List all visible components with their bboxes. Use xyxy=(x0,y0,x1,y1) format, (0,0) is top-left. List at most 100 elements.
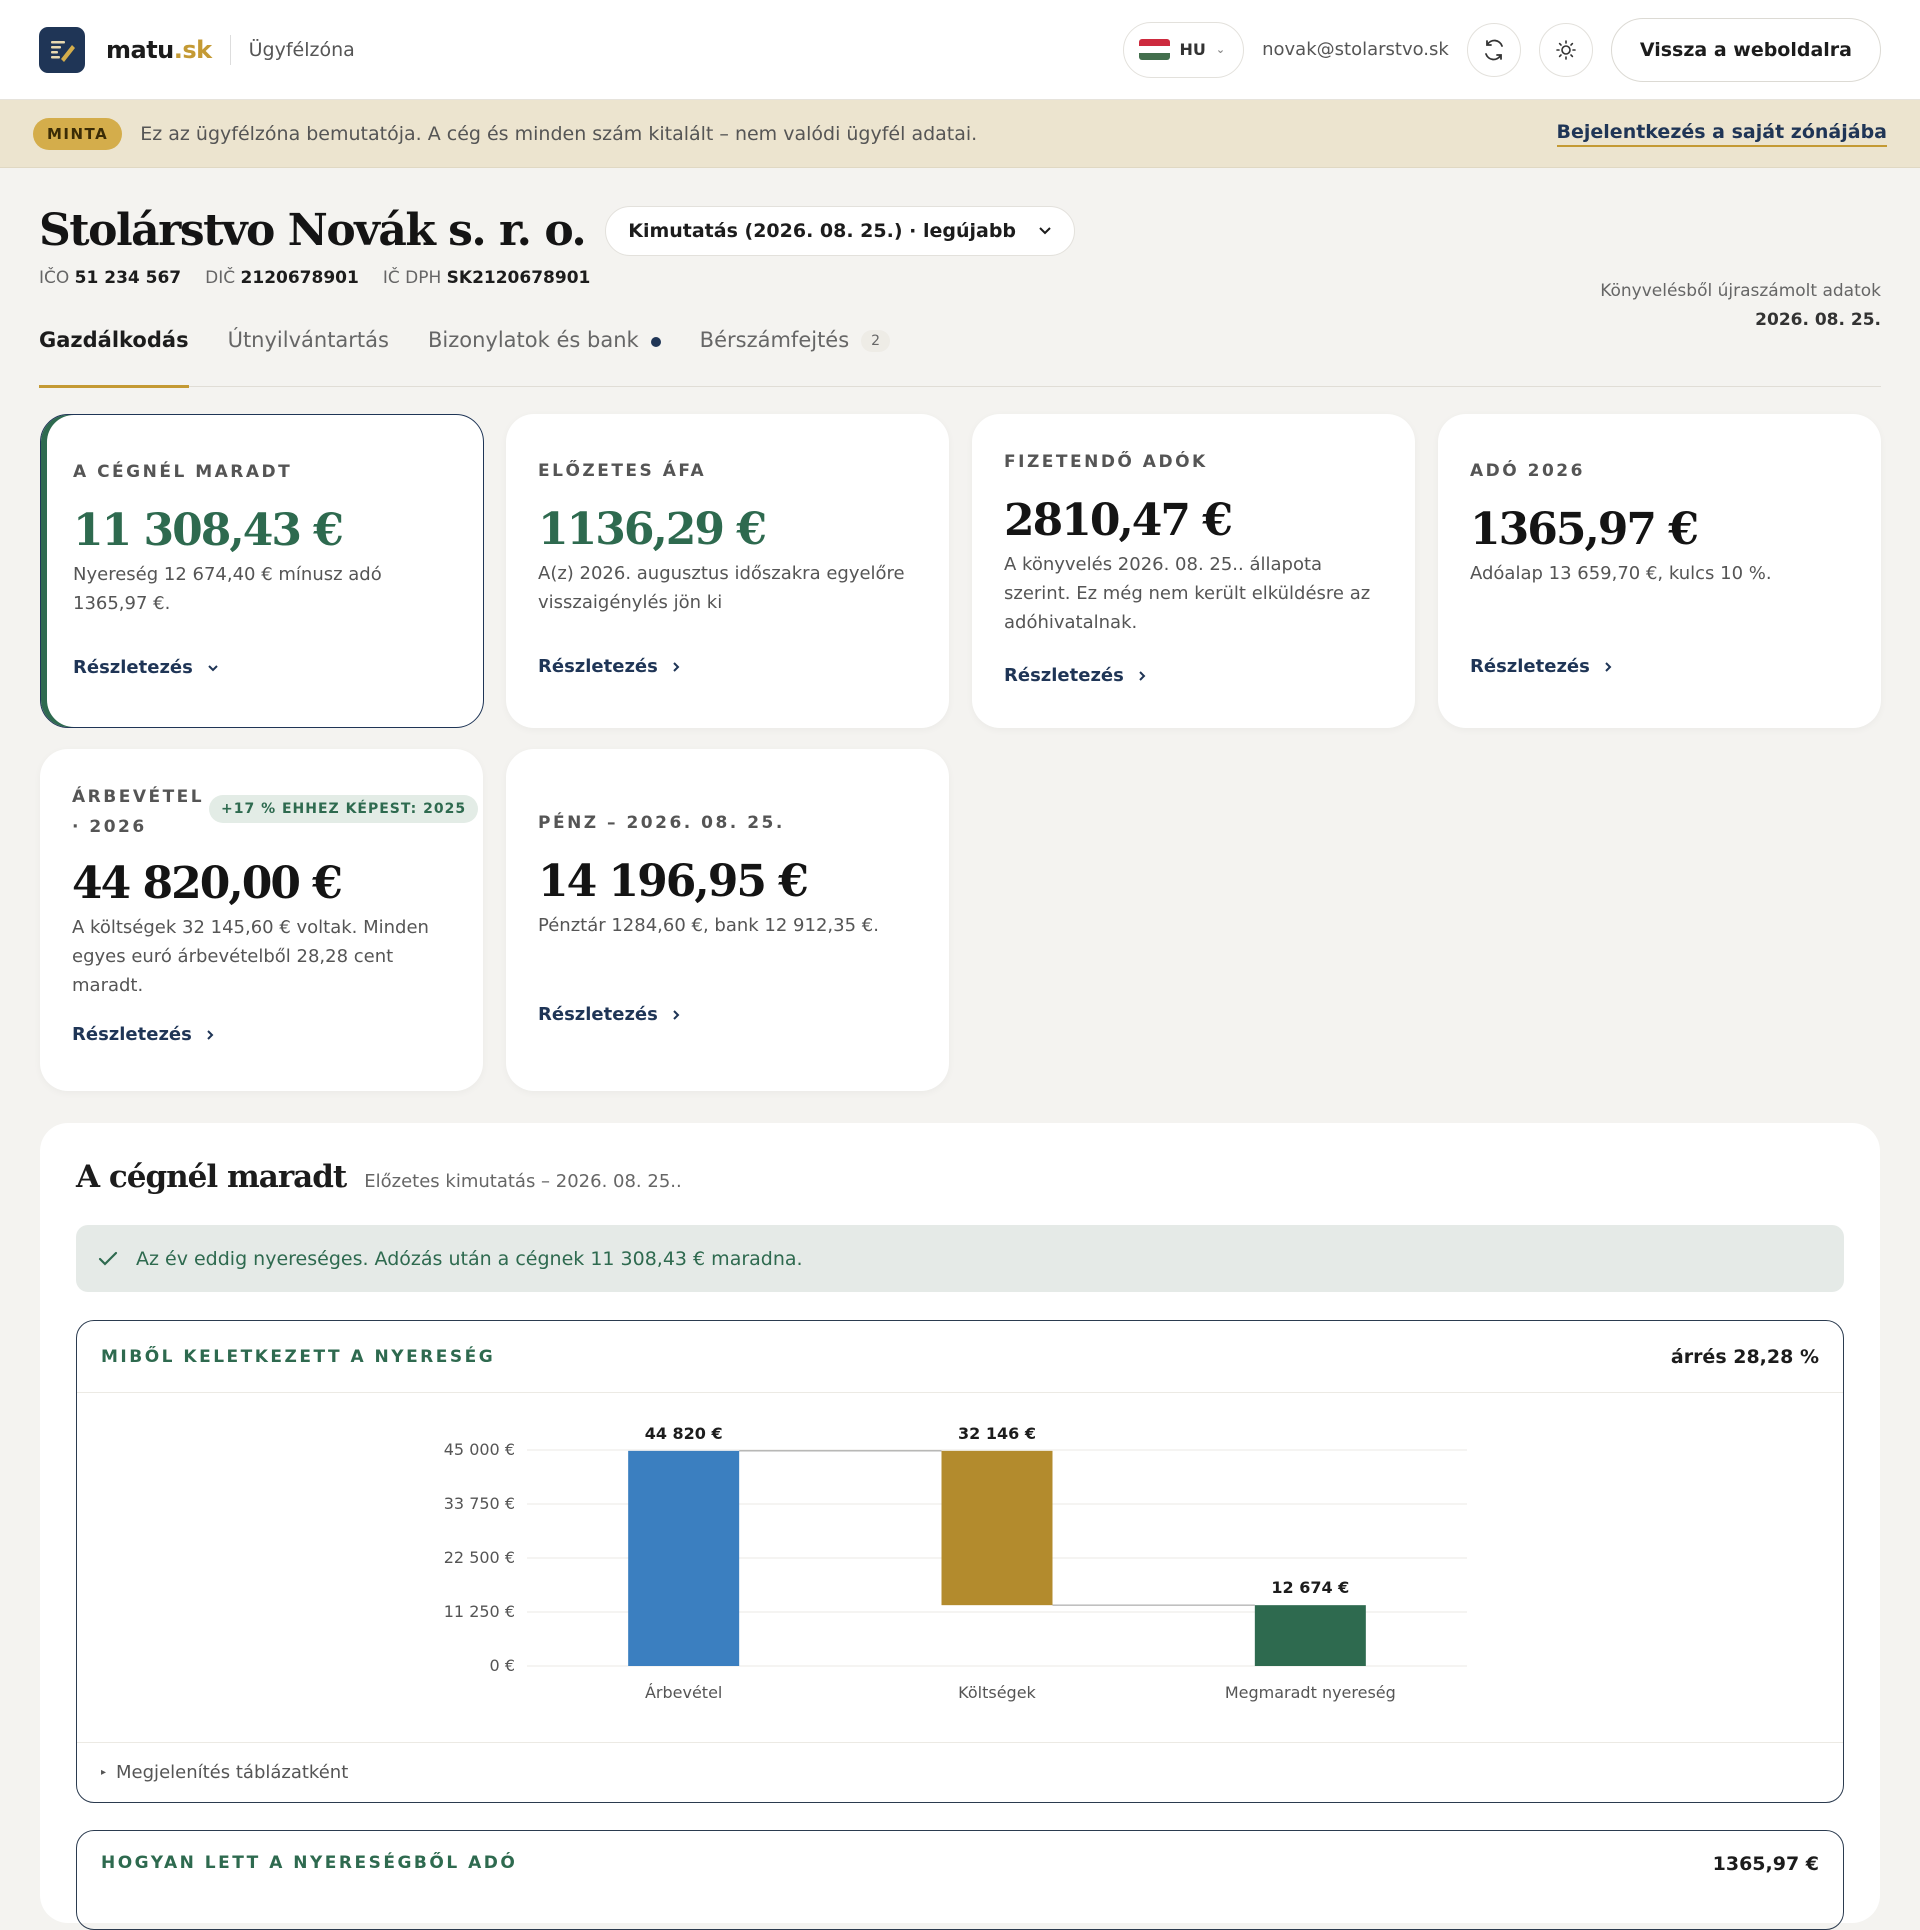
table-view-label: Megjelenítés táblázatként xyxy=(116,1762,349,1783)
card-label: Előzetes áfa xyxy=(538,461,707,481)
demo-banner-text: Ez az ügyfélzóna bemutatója. A cég és mi… xyxy=(140,122,978,145)
language-select[interactable]: HU ⌄ xyxy=(1122,21,1245,78)
unread-dot-icon xyxy=(650,337,661,347)
chevron-down-icon xyxy=(208,664,218,671)
card-value: 11 308,43 € xyxy=(73,505,344,556)
card-label: Fizetendő adók xyxy=(1004,452,1208,472)
card-description: A könyvelés 2026. 08. 25.. állapota szer… xyxy=(1004,554,1371,633)
chevron-down-icon xyxy=(1039,226,1051,234)
card-remained: A cégnél maradt 11 308,43 € Nyereség 12 … xyxy=(40,414,484,728)
profit-status-box: Az év eddig nyereséges. Adózás után a cé… xyxy=(76,1225,1844,1292)
back-to-website-button[interactable]: Vissza a weboldalra xyxy=(1610,17,1881,82)
user-email: novak@stolarstvo.sk xyxy=(1262,39,1449,60)
y-tick-label: 22 500 € xyxy=(444,1548,515,1567)
demo-badge: MINTA xyxy=(33,117,123,150)
top-bar: matu.sk Ügyfélzóna HU ⌄ novak@stolarstvo… xyxy=(0,0,1920,100)
tax-derivation-value: 1365,97 € xyxy=(1712,1853,1819,1875)
check-icon xyxy=(98,1251,118,1266)
bar-value-label: 44 820 € xyxy=(645,1424,723,1443)
y-tick-label: 45 000 € xyxy=(444,1440,515,1459)
card-description: Pénztár 1284,60 €, bank 12 912,35 €. xyxy=(538,915,879,936)
sun-icon xyxy=(1556,39,1576,60)
demo-banner: MINTA Ez az ügyfélzóna bemutatója. A cég… xyxy=(0,100,1920,168)
logo-icon[interactable] xyxy=(39,26,85,73)
section-label: Ügyfélzóna xyxy=(248,38,355,61)
panel-title: A cégnél maradt xyxy=(76,1159,347,1195)
chevron-right-icon xyxy=(1139,670,1146,681)
brand-name[interactable]: matu.sk xyxy=(106,36,212,64)
profit-status-text: Az év eddig nyereséges. Adózás után a cé… xyxy=(136,1247,803,1270)
company-name: Stolárstvo Novák s. r. o. xyxy=(39,205,587,256)
card-description: Adóalap 13 659,70 €, kulcs 10 %. xyxy=(1470,563,1772,584)
card-description: A(z) 2026. augusztus időszakra egyelőre … xyxy=(538,563,905,613)
card-description: Nyereség 12 674,40 € mínusz adó 1365,97 … xyxy=(73,564,382,614)
refresh-button[interactable] xyxy=(1466,22,1521,77)
bar-3 xyxy=(1254,1605,1366,1666)
details-link[interactable]: Részletezés xyxy=(538,1004,680,1025)
language-code: HU xyxy=(1179,40,1206,59)
y-tick-label: 0 € xyxy=(490,1656,515,1675)
card-cash: Pénz – 2026. 08. 25. 14 196,95 € Pénztár… xyxy=(506,749,949,1091)
y-tick-label: 33 750 € xyxy=(444,1494,515,1513)
chevron-down-icon: ⌄ xyxy=(1215,43,1226,56)
details-toggle[interactable]: Részletezés xyxy=(73,657,219,678)
card-label: Pénz – 2026. 08. 25. xyxy=(538,813,785,833)
card-label: Adó 2026 xyxy=(1470,461,1585,481)
chevron-right-icon xyxy=(1605,661,1612,672)
card-taxes-payable: Fizetendő adók 2810,47 € A könyvelés 202… xyxy=(972,414,1415,728)
x-category-label: Megmaradt nyereség xyxy=(1225,1683,1396,1702)
recalc-info: Könyvelésből újraszámolt adatok 2026. 08… xyxy=(1600,277,1881,335)
refresh-icon xyxy=(1484,39,1503,60)
chevron-right-icon xyxy=(673,661,680,672)
triangle-right-icon: ▸ xyxy=(101,1767,107,1778)
brand-divider xyxy=(229,34,231,65)
tab-gazdalkodas[interactable]: Gazdálkodás xyxy=(39,328,189,388)
tax-derivation-title: Hogyan lett a nyereségből adó xyxy=(101,1853,518,1873)
y-tick-label: 11 250 € xyxy=(444,1602,515,1621)
card-value: 1136,29 € xyxy=(538,504,767,555)
table-view-toggle[interactable]: ▸ Megjelenítés táblázatként xyxy=(77,1742,1843,1802)
theme-toggle-button[interactable] xyxy=(1538,22,1593,77)
report-select[interactable]: Kimutatás (2026. 08. 25.) · legújabb xyxy=(605,205,1076,256)
profit-bar-chart: 0 € 11 250 € 22 500 € 33 750 € 45 000 € 44 82… xyxy=(444,1424,1467,1702)
chevron-right-icon xyxy=(207,1029,214,1040)
ico-id: IČO 51 234 567 xyxy=(39,268,182,288)
summary-cards: A cégnél maradt 11 308,43 € Nyereség 12 … xyxy=(0,414,1920,1114)
chart-title: Miből keletkezett a nyereség xyxy=(101,1346,496,1367)
details-link[interactable]: Részletezés xyxy=(1470,656,1612,677)
tab-utnyilvantartas[interactable]: Útnyilvántartás xyxy=(228,328,389,387)
tab-bizonylatok-es-bank[interactable]: Bizonylatok és bank xyxy=(428,328,661,387)
bar-1 xyxy=(628,1450,740,1666)
dic-id: DIČ 2120678901 xyxy=(205,268,359,288)
tab-count-badge: 2 xyxy=(861,330,891,352)
details-link[interactable]: Részletezés xyxy=(1004,665,1146,686)
panel-subtitle: Előzetes kimutatás – 2026. 08. 25.. xyxy=(364,1171,682,1192)
x-category-label: Költségek xyxy=(958,1683,1036,1702)
growth-badge: +17 % ehhez képest: 2025 xyxy=(209,795,479,823)
tab-berszamfejtes[interactable]: Bérszámfejtés 2 xyxy=(700,328,891,387)
bar-value-label: 12 674 € xyxy=(1271,1578,1349,1597)
card-description: A költségek 32 145,60 € voltak. Minden e… xyxy=(72,917,429,996)
details-link[interactable]: Részletezés xyxy=(538,656,680,677)
bar-value-label: 32 146 € xyxy=(958,1424,1036,1443)
icdph-id: IČ DPH SK2120678901 xyxy=(382,268,591,288)
margin-value: árrés 28,28 % xyxy=(1670,1345,1819,1368)
bar-2 xyxy=(941,1450,1053,1606)
hungary-flag-icon xyxy=(1138,39,1170,60)
card-revenue: Árbevétel · 2026 +17 % ehhez képest: 202… xyxy=(40,749,483,1091)
card-tax-2026: Adó 2026 1365,97 € Adóalap 13 659,70 €, … xyxy=(1438,414,1881,728)
details-link[interactable]: Részletezés xyxy=(72,1024,214,1045)
own-zone-login-link[interactable]: Bejelentkezés a saját zónájába xyxy=(1556,121,1887,147)
recalc-text: Könyvelésből újraszámolt adatok xyxy=(1600,281,1881,301)
card-label: Árbevétel · 2026 xyxy=(72,787,205,837)
company-header: Stolárstvo Novák s. r. o. Kimutatás (202… xyxy=(0,205,1920,330)
recalc-date: 2026. 08. 25. xyxy=(1755,310,1881,330)
card-vat: Előzetes áfa 1136,29 € A(z) 2026. augusz… xyxy=(506,414,949,728)
tax-derivation-card[interactable]: Hogyan lett a nyereségből adó 1365,97 € xyxy=(76,1830,1844,1930)
x-category-label: Árbevétel xyxy=(645,1683,722,1702)
profit-panel: A cégnél maradt Előzetes kimutatás – 202… xyxy=(40,1123,1880,1930)
card-value: 14 196,95 € xyxy=(538,856,809,907)
card-value: 2810,47 € xyxy=(1004,495,1233,546)
main-tabs: Gazdálkodás Útnyilvántartás Bizonylatok … xyxy=(39,328,1881,388)
card-label: A cégnél maradt xyxy=(73,462,293,482)
